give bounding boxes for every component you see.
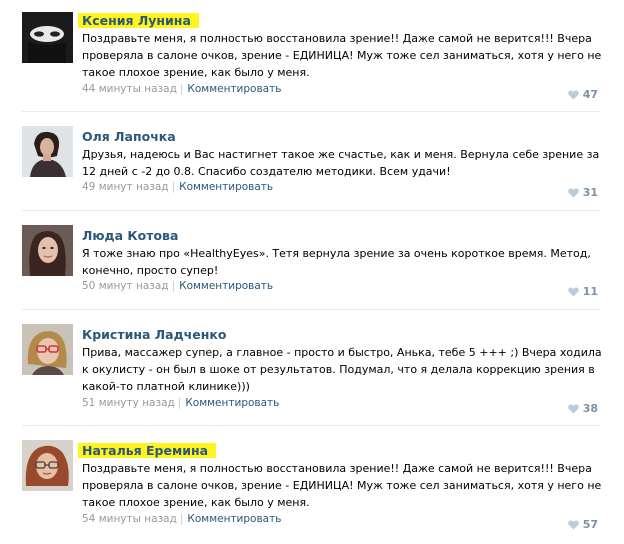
reply-link[interactable]: Комментировать — [187, 83, 281, 95]
like-count: 57 — [582, 518, 598, 531]
author-link[interactable]: Люда Котова — [82, 228, 178, 243]
comment-time[interactable]: 49 минут назад — [82, 181, 169, 193]
comment-meta: 44 минуты назад | Комментировать — [82, 82, 281, 96]
comment-text: Привa, массажер супер, а главное - прост… — [82, 346, 602, 393]
comment-time[interactable]: 44 минуты назад — [82, 83, 177, 95]
like-button[interactable]: 47 — [567, 88, 598, 101]
comment-time[interactable]: 51 минуту назад — [82, 397, 175, 409]
comment-meta: 51 минуту назад | Комментировать — [82, 396, 279, 410]
comment-meta: 54 минуты назад | Комментировать — [82, 512, 281, 526]
like-button[interactable]: 11 — [567, 285, 598, 298]
avatar-woman-glasses — [22, 324, 73, 375]
like-count: 31 — [582, 186, 598, 199]
comment-time[interactable]: 50 минут назад — [82, 280, 169, 292]
like-count: 47 — [582, 88, 598, 101]
comment-time[interactable]: 54 минуты назад — [82, 513, 177, 525]
avatar[interactable] — [22, 12, 73, 63]
author-name[interactable]: Наталья Еремина — [78, 443, 217, 458]
separator — [22, 210, 600, 211]
reply-link[interactable]: Комментировать — [187, 513, 281, 525]
avatar-woman-brown-hair — [22, 225, 73, 276]
reply-link[interactable]: Комментировать — [185, 397, 279, 409]
author-name[interactable]: Люда Котова — [82, 228, 178, 243]
divider: | — [171, 280, 176, 292]
comment-meta: 50 минут назад | Комментировать — [82, 279, 273, 293]
like-count: 11 — [582, 285, 598, 298]
heart-icon — [567, 520, 579, 530]
divider: | — [171, 181, 176, 193]
author-link[interactable]: Наталья Еремина — [82, 443, 208, 458]
like-count: 38 — [582, 402, 598, 415]
avatar[interactable] — [22, 126, 73, 177]
like-button[interactable]: 31 — [567, 186, 598, 199]
separator — [22, 309, 600, 310]
separator — [22, 111, 600, 112]
like-button[interactable]: 38 — [567, 402, 598, 415]
author-name[interactable]: Кристина Ладченко — [82, 327, 226, 342]
author-link[interactable]: Ксения Лунина — [82, 13, 191, 28]
reply-link[interactable]: Комментировать — [179, 181, 273, 193]
comment-text: Я тоже знаю про «HealthyEyes». Тетя верн… — [82, 247, 591, 277]
avatar-veiled-face — [22, 12, 73, 63]
like-button[interactable]: 57 — [567, 518, 598, 531]
heart-icon — [567, 287, 579, 297]
divider: | — [177, 397, 182, 409]
author-link[interactable]: Кристина Ладченко — [82, 327, 226, 342]
reply-link[interactable]: Комментировать — [179, 280, 273, 292]
avatar-woman-red-hair — [22, 440, 73, 491]
avatar[interactable] — [22, 440, 73, 491]
author-link[interactable]: Оля Лапочка — [82, 129, 176, 144]
heart-icon — [567, 90, 579, 100]
heart-icon — [567, 188, 579, 198]
comment-meta: 49 минут назад | Комментировать — [82, 180, 273, 194]
comment-text: Поздравьте меня, я полностью восстановил… — [82, 462, 602, 509]
author-name[interactable]: Оля Лапочка — [82, 129, 176, 144]
avatar-woman-dark-hair — [22, 126, 73, 177]
divider: | — [179, 513, 184, 525]
avatar[interactable] — [22, 324, 73, 375]
avatar[interactable] — [22, 225, 73, 276]
separator — [22, 425, 600, 426]
comment-text: Поздравьте меня, я полностью восстановил… — [82, 32, 602, 79]
author-name[interactable]: Ксения Лунина — [78, 13, 199, 28]
divider: | — [179, 83, 184, 95]
comment-text: Друзья, надеюсь и Вас настигнет такое же… — [82, 148, 600, 178]
heart-icon — [567, 404, 579, 414]
